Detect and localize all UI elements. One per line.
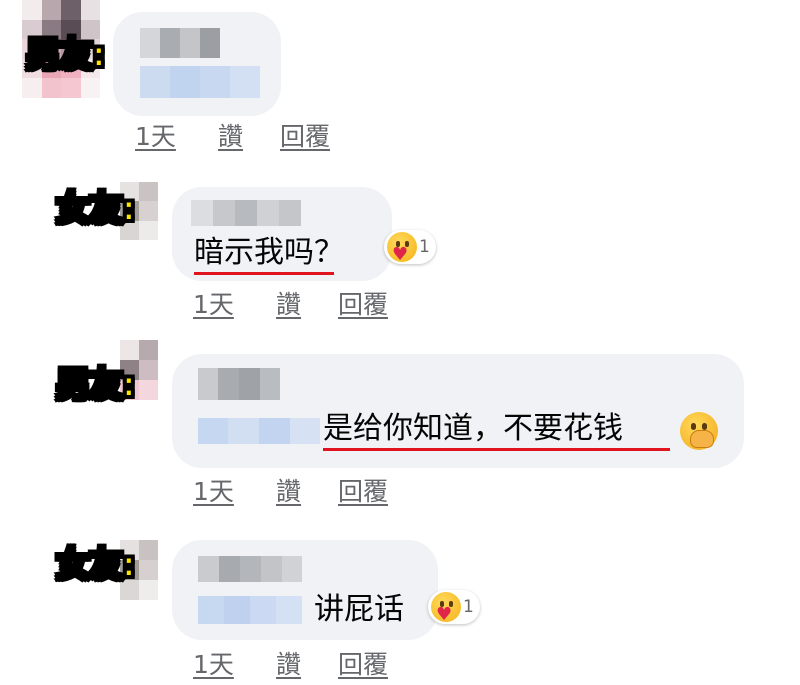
hug-emoji-icon: ♥ [387, 232, 417, 264]
like-link[interactable]: 讚 [218, 124, 243, 149]
reaction-count: 1 [463, 597, 474, 617]
comment-time[interactable]: 1天 [135, 124, 176, 149]
reaction-badge[interactable]: ♥ 1 [384, 230, 436, 264]
comment-time[interactable]: 1天 [193, 652, 234, 677]
like-link[interactable]: 讚 [276, 479, 301, 504]
speaker-tag-boyfriend: 男友: [55, 365, 137, 405]
like-link[interactable]: 讚 [276, 652, 301, 677]
blurred-link-text [198, 596, 302, 624]
comment-time[interactable]: 1天 [193, 479, 234, 504]
reaction-badge[interactable]: ♥ 1 [428, 590, 480, 624]
reply-link[interactable]: 回覆 [338, 652, 388, 677]
blurred-comment-text [140, 66, 260, 98]
blurred-author-name [198, 556, 302, 582]
comment-time[interactable]: 1天 [193, 292, 234, 317]
speaker-tag-boyfriend: 男友: [25, 35, 107, 75]
blurred-author-name [140, 28, 220, 58]
blurred-author-name [198, 368, 280, 400]
speaker-tag-girlfriend: 女友: [55, 189, 137, 229]
hug-emoji-icon: ♥ [431, 592, 461, 624]
like-link[interactable]: 讚 [276, 292, 301, 317]
hand-over-mouth-emoji-icon [680, 412, 718, 450]
reply-link[interactable]: 回覆 [338, 479, 388, 504]
reply-link[interactable]: 回覆 [338, 292, 388, 317]
reply-link[interactable]: 回覆 [280, 124, 330, 149]
speaker-tag-girlfriend: 女友: [55, 545, 137, 585]
reaction-count: 1 [419, 237, 430, 257]
comment-text: 是给你知道，不要花钱 [323, 414, 670, 451]
comment-text: 讲屁话 [314, 592, 404, 627]
blurred-author-name [191, 200, 301, 226]
blurred-link-text [198, 418, 320, 444]
comment-text: 暗示我吗？ [194, 238, 344, 275]
